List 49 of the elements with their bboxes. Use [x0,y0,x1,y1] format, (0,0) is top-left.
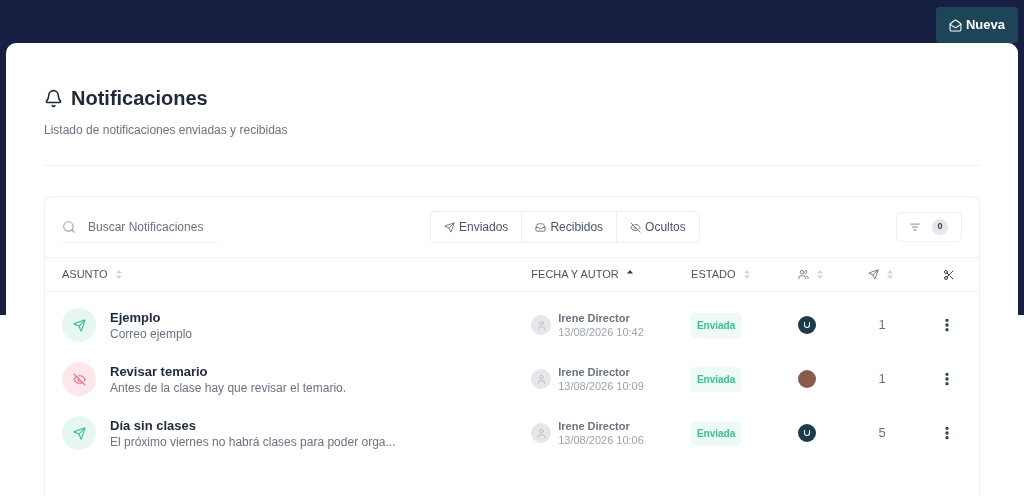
scissors-icon[interactable] [943,268,955,281]
send-badge-icon [62,416,96,450]
notification-title: Ejemplo [110,308,162,326]
recipient-logo-icon [798,316,817,334]
search-icon [62,219,76,234]
sent-count: 1 [878,370,886,389]
column-header[interactable]: ASUNTO [62,266,108,283]
status-badge: Enviada [690,366,742,392]
author-name: Irene Director [558,419,631,433]
date-time: 13/08/2026 10:09 [558,379,644,393]
recipient-avatar [798,370,817,388]
search-field[interactable]: Buscar Notificaciones [88,217,213,236]
page-subtitle: Listado de notificaciones enviadas y recibidas [44,122,289,139]
send-icon [867,269,879,280]
page-title: Notificaciones [71,86,208,111]
status-badge: Enviada [690,312,742,338]
author-name: Irene Director [558,311,631,325]
bell-icon [44,88,63,108]
recipient-logo-icon [798,424,817,442]
new-button[interactable]: Nueva [935,7,1018,43]
notification-body: El próximo viernes no habrá clases para poder orga... [110,433,396,450]
avatar-icon [531,369,552,389]
hidden-badge-icon [62,362,96,396]
author-name: Irene Director [558,365,631,379]
users-icon [798,269,810,280]
notification-title: Revisar temario [110,362,209,380]
column-header[interactable]: ESTADO [691,266,736,283]
sent-count: 5 [878,424,886,443]
send-badge-icon [62,308,96,342]
filter-tab[interactable]: Ocultos [616,212,699,242]
sent-icon [444,221,455,233]
inbox-icon [535,221,547,233]
notification-title: Día sin clases [110,416,197,434]
avatar-icon [531,423,552,443]
envelope-icon [948,18,962,32]
notification-body: Antes de la clase hay que revisar el temario. [110,379,347,396]
notification-body: Correo ejemplo [110,325,193,342]
filter-count: 0 [932,219,948,235]
status-badge: Enviada [690,420,742,446]
filter-tab[interactable]: Recibidos [521,212,617,242]
column-header[interactable]: FECHA Y AUTOR [531,266,619,283]
filter-tab[interactable]: Enviados [431,212,522,242]
sent-count: 1 [878,316,886,335]
avatar-icon [531,315,552,335]
filter-button[interactable]: 0 [896,212,962,242]
hidden-icon [630,221,642,233]
date-time: 13/08/2026 10:42 [558,325,644,339]
filter-icon [910,222,920,232]
date-time: 13/08/2026 10:06 [558,433,644,447]
